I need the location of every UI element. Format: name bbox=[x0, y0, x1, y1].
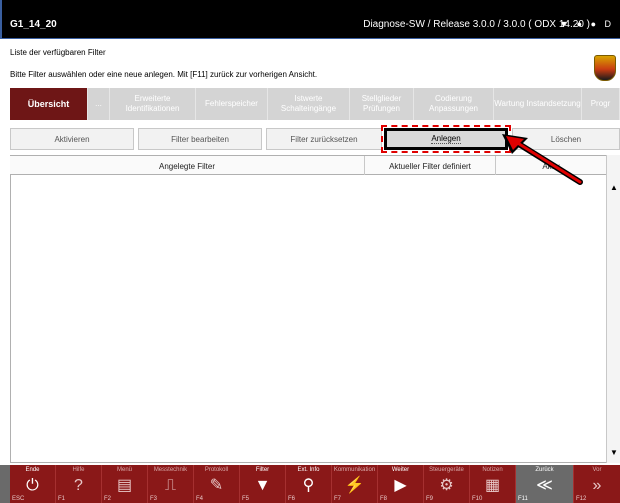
fkey-steuergeraete[interactable]: Steuergeräte ⚙ F9 bbox=[424, 465, 470, 503]
fkey-number: F10 bbox=[472, 496, 483, 502]
fkey-number: F12 bbox=[576, 496, 587, 502]
fkey-hilfe[interactable]: Hilfe ? F1 bbox=[56, 465, 102, 503]
tab-uebersicht[interactable]: Übersicht bbox=[10, 88, 88, 120]
fkey-number: F5 bbox=[242, 496, 250, 502]
scroll-down-icon[interactable]: ▼ bbox=[610, 448, 618, 457]
fkey-number: F7 bbox=[334, 496, 342, 502]
filter-list[interactable] bbox=[10, 175, 606, 463]
keyboard-icon: ▤ bbox=[116, 477, 133, 494]
status-icons: ▼ ● ● D bbox=[559, 19, 614, 29]
table-header: Angelegte Filter Aktueller Filter defini… bbox=[10, 155, 606, 176]
software-version: Diagnose-SW / Release 3.0.0 / 3.0.0 ( OD… bbox=[363, 19, 590, 30]
fkey-label: Hilfe bbox=[72, 467, 85, 473]
fkey-kommunikation[interactable]: Kommunikation ⚡ F7 bbox=[332, 465, 378, 503]
filter-icon: ▼ bbox=[254, 477, 271, 494]
fkey-number: F1 bbox=[58, 496, 66, 502]
fkey-filter[interactable]: Filter ▼ F5 bbox=[240, 465, 286, 503]
tab-codierung[interactable]: Codierung Anpassungen bbox=[414, 88, 494, 120]
tab-fehlerspeicher[interactable]: Fehlerspeicher bbox=[196, 88, 268, 120]
screen-id: G1_14_20 bbox=[10, 19, 57, 30]
anlegen-label: Anlegen bbox=[431, 134, 461, 144]
title-separator bbox=[0, 38, 620, 39]
tab-erweiterte-identifikationen[interactable]: Erweiterte Identifikationen bbox=[110, 88, 196, 120]
fkey-label: Notizen bbox=[482, 467, 503, 473]
fkey-number: F9 bbox=[426, 496, 434, 502]
tab-bar: Übersicht ... Erweiterte Identifikatione… bbox=[0, 88, 620, 120]
fkey-label: Zurück bbox=[535, 467, 554, 473]
fkey-label: Kommunikation bbox=[333, 467, 376, 473]
fkey-zurueck[interactable]: Zurück ≪ F11 bbox=[516, 465, 574, 503]
fkey-number: F11 bbox=[518, 496, 528, 502]
fkey-label: Vor bbox=[592, 467, 602, 473]
fkey-number: F4 bbox=[196, 496, 204, 502]
anlegen-button[interactable]: Anlegen bbox=[381, 125, 511, 153]
fkey-menue[interactable]: Menü ▤ F2 bbox=[102, 465, 148, 503]
filter-zuruecksetzen-button[interactable]: Filter zurücksetzen bbox=[266, 128, 382, 150]
fkey-number: F3 bbox=[150, 496, 158, 502]
loeschen-button[interactable]: Löschen bbox=[512, 128, 620, 150]
column-aktueller-filter[interactable]: Aktueller Filter definiert bbox=[365, 156, 496, 176]
help-icon: ? bbox=[74, 477, 83, 494]
tab-programmierung[interactable]: Progr bbox=[582, 88, 620, 120]
fkey-number: F8 bbox=[380, 496, 388, 502]
vertical-scrollbar[interactable]: ▲ ▼ bbox=[606, 155, 620, 463]
power-icon: ⏻ bbox=[26, 477, 39, 494]
fkey-label: Protokoll bbox=[204, 467, 229, 473]
fkey-number: F6 bbox=[288, 496, 296, 502]
fkey-label: Steuergeräte bbox=[429, 467, 464, 473]
scroll-up-icon[interactable]: ▲ bbox=[610, 183, 618, 192]
plug-icon: ⚡ bbox=[344, 477, 365, 494]
fkey-vor[interactable]: Vor » F12 bbox=[574, 465, 620, 503]
function-key-bar: Ende ⏻ ESC Hilfe ? F1 Menü ▤ F2 Messtech… bbox=[0, 465, 620, 503]
notes-icon: ▦ bbox=[484, 477, 501, 494]
action-bar: Aktivieren Filter bearbeiten Filter zurü… bbox=[10, 125, 620, 153]
column-angelegte-filter[interactable]: Angelegte Filter bbox=[10, 156, 365, 176]
fkey-messtechnik[interactable]: Messtechnik ⎍ F3 bbox=[148, 465, 194, 503]
fkey-label: Menü bbox=[116, 467, 132, 473]
fkey-label: Ende bbox=[25, 467, 40, 473]
porsche-crest-logo bbox=[594, 55, 616, 81]
tab-stellglieder[interactable]: Stellglieder Prüfungen bbox=[350, 88, 414, 120]
tab-istwerte[interactable]: Istwerte Schalteingänge bbox=[268, 88, 350, 120]
page-title: Liste der verfügbaren Filter bbox=[10, 48, 106, 57]
fkey-label: Filter bbox=[255, 467, 270, 473]
fkey-label: Ext. Info bbox=[297, 467, 320, 473]
signal-icon: ⎍ bbox=[164, 477, 177, 494]
fkey-label: Messtechnik bbox=[153, 467, 188, 473]
instruction-text: Bitte Filter auswählen oder eine neue an… bbox=[10, 70, 318, 79]
fkey-protokoll[interactable]: Protokoll ✎ F4 bbox=[194, 465, 240, 503]
tab-more[interactable]: ... bbox=[88, 88, 110, 120]
filter-bearbeiten-button[interactable]: Filter bearbeiten bbox=[138, 128, 262, 150]
fkey-label: Weiter bbox=[391, 467, 410, 473]
tab-wartung[interactable]: Wartung Instandsetzung bbox=[494, 88, 582, 120]
title-bar: G1_14_20 Diagnose-SW / Release 3.0.0 / 3… bbox=[0, 0, 620, 38]
forward-icon: » bbox=[592, 477, 602, 494]
car-icon: ⚙ bbox=[439, 477, 454, 494]
bottle-icon: ⚲ bbox=[302, 477, 315, 494]
play-icon: ▶ bbox=[394, 477, 407, 494]
fkey-ext-info[interactable]: Ext. Info ⚲ F6 bbox=[286, 465, 332, 503]
column-aktiv[interactable]: Aktiv bbox=[496, 156, 606, 176]
fkey-number: ESC bbox=[12, 496, 25, 502]
fkey-number: F2 bbox=[104, 496, 112, 502]
back-icon: ≪ bbox=[536, 477, 553, 494]
aktivieren-button[interactable]: Aktivieren bbox=[10, 128, 134, 150]
fkey-ende[interactable]: Ende ⏻ ESC bbox=[10, 465, 56, 503]
edit-icon: ✎ bbox=[209, 477, 224, 494]
fkey-weiter[interactable]: Weiter ▶ F8 bbox=[378, 465, 424, 503]
fkey-notizen[interactable]: Notizen ▦ F10 bbox=[470, 465, 516, 503]
